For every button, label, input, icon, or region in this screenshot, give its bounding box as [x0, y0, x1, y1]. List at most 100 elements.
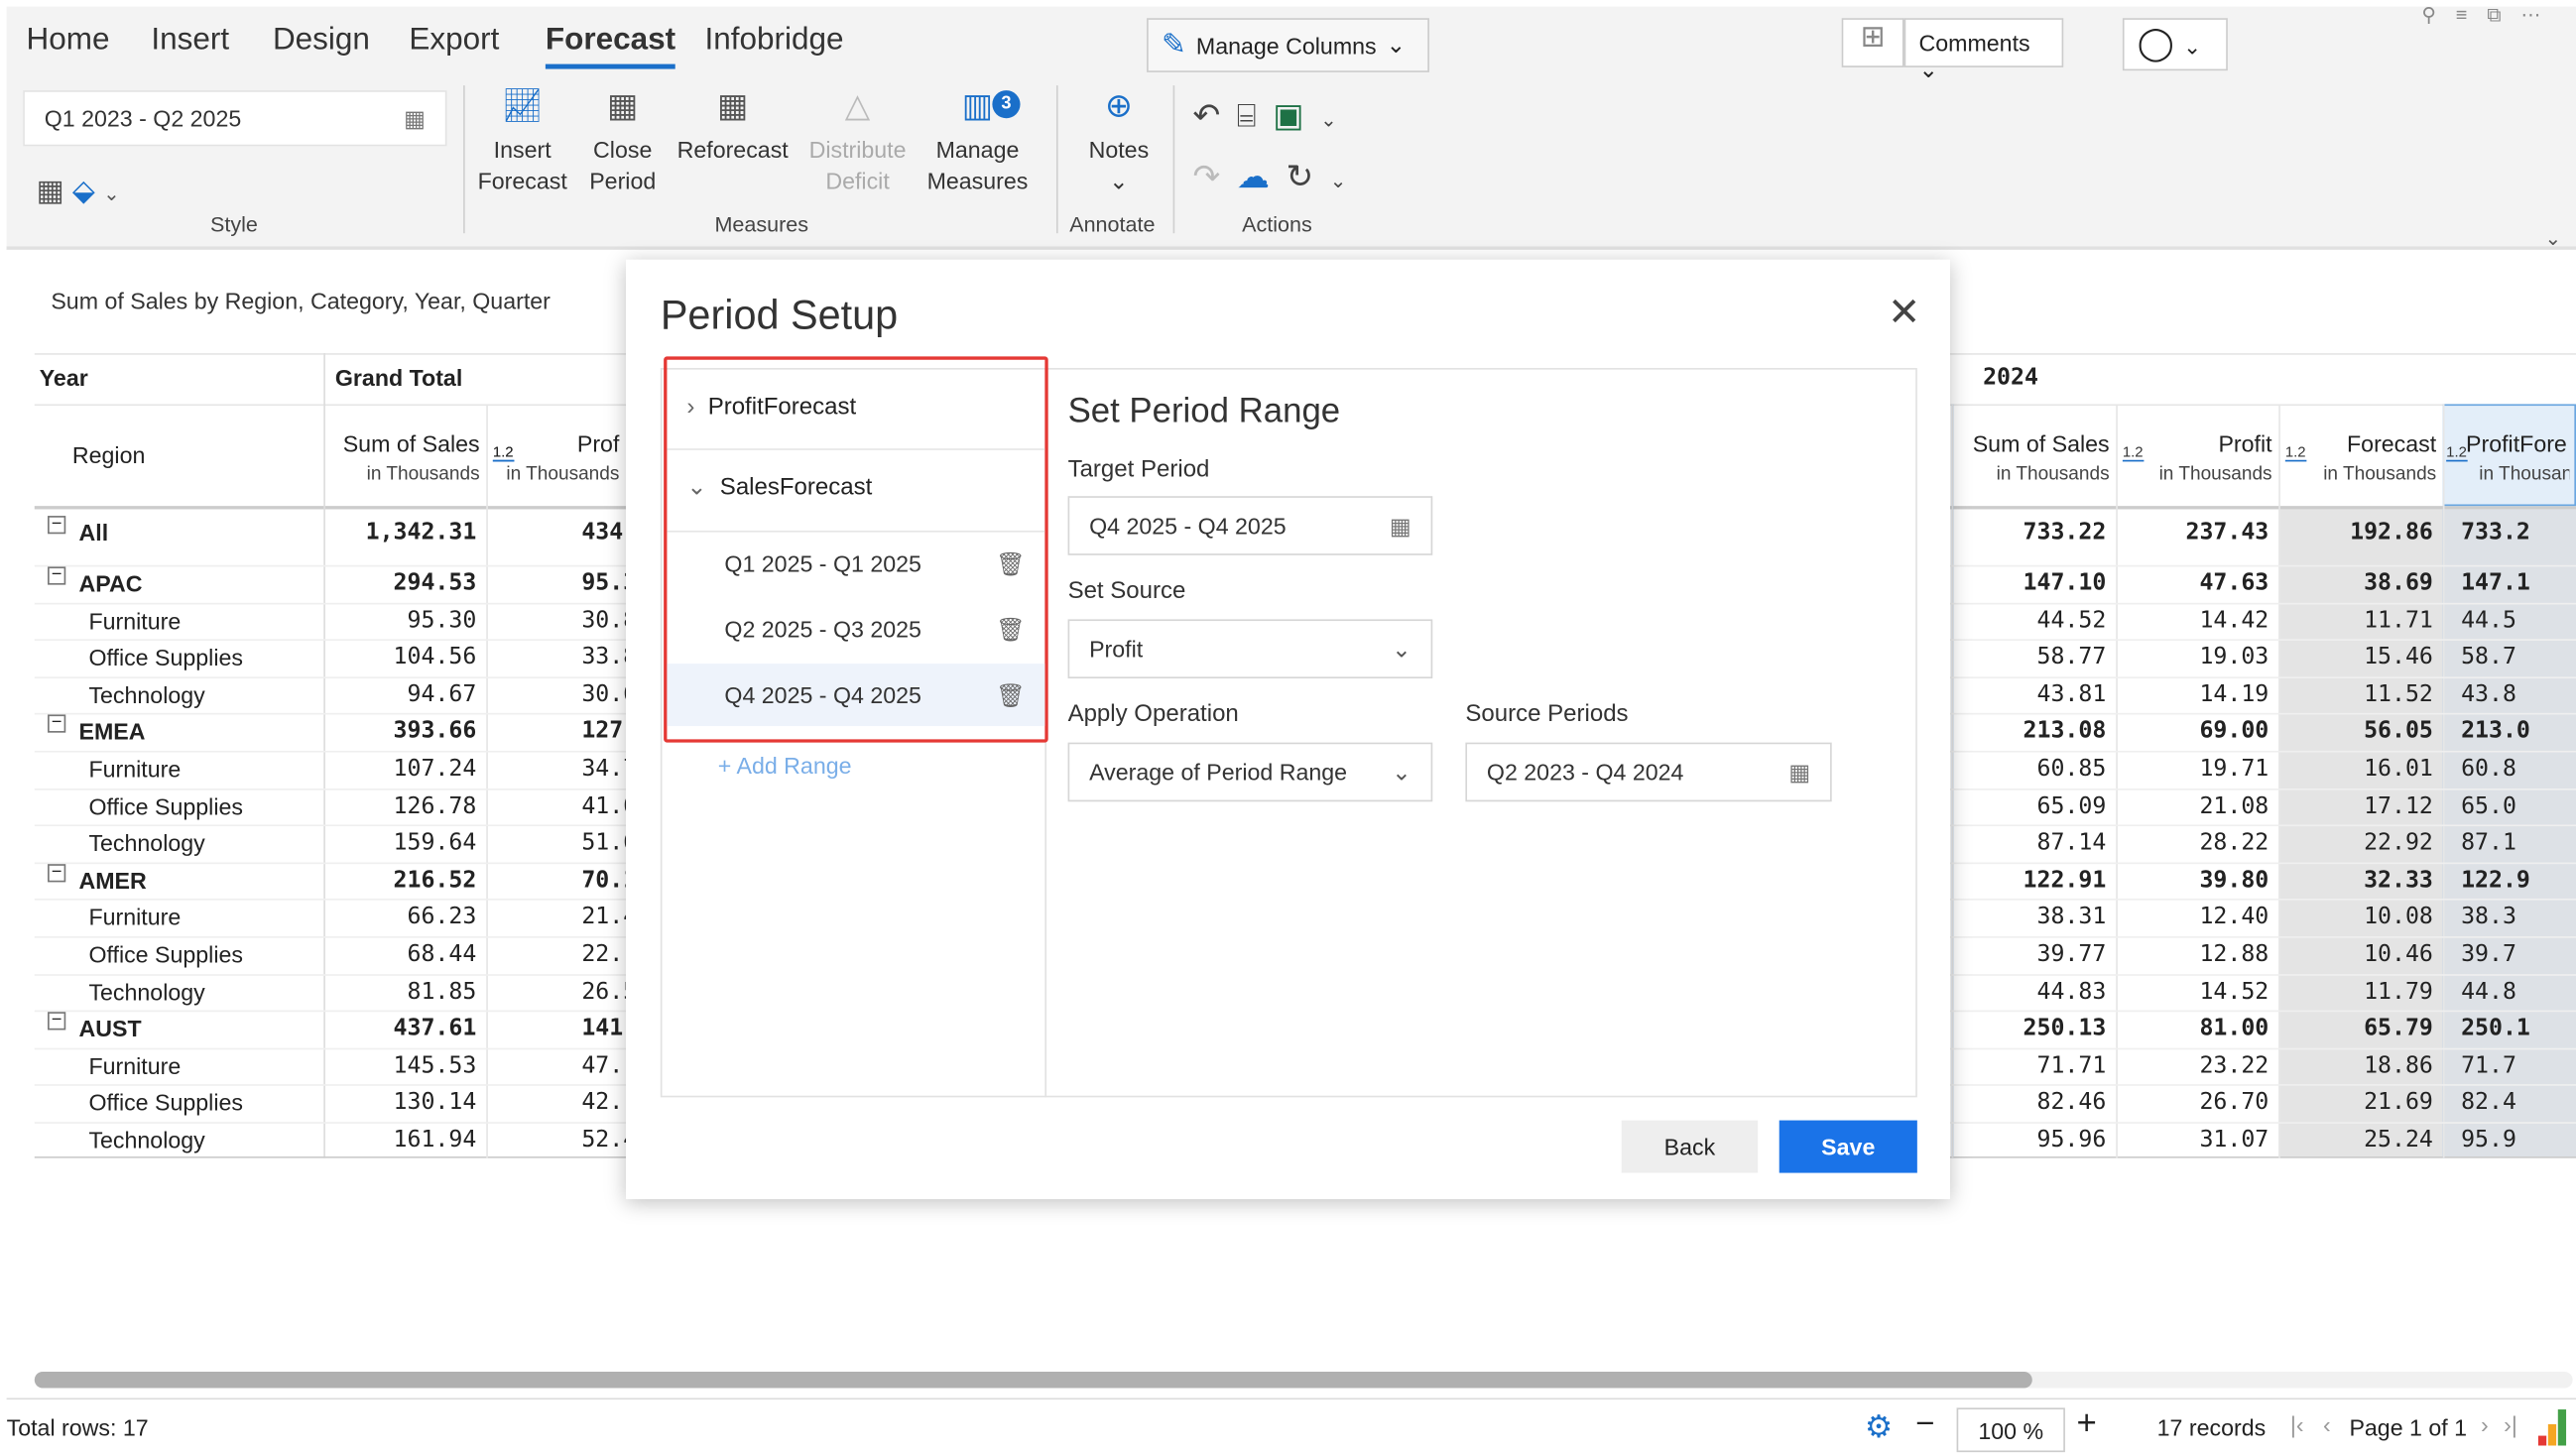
calendar-icon[interactable]: ▦	[1788, 758, 1810, 786]
close-period-button[interactable]: ▦ Close Period	[583, 90, 663, 197]
delete-icon[interactable]: 🗑︎	[996, 615, 1025, 643]
number-format-icon[interactable]: 1.2	[2446, 443, 2467, 462]
tab-infobridge[interactable]: Infobridge	[705, 23, 844, 59]
collapse-icon[interactable]: −	[48, 516, 66, 535]
table-cell: 159.64	[393, 829, 477, 857]
comments-button[interactable]: Comments ⌄	[1903, 18, 2064, 82]
filter-icon[interactable]: ≡	[2456, 3, 2487, 26]
zoom-input[interactable]: 100 %	[1956, 1407, 2065, 1453]
calendar-icon: ▦	[404, 104, 426, 131]
measure-item-profitforecast[interactable]: › ProfitForecast	[667, 371, 1045, 450]
table-cell: 26.5	[581, 978, 626, 1005]
collapse-icon[interactable]: −	[48, 715, 66, 734]
table-cell: 21.08	[2199, 792, 2269, 819]
collapse-icon[interactable]: −	[48, 863, 66, 883]
chevron-down-icon: ⌄	[1392, 758, 1411, 785]
tab-export[interactable]: Export	[409, 23, 499, 59]
pin-icon[interactable]: ⚲	[2421, 3, 2455, 26]
records-count: 17 records	[2156, 1414, 2267, 1441]
distribute-deficit-button[interactable]: △ Distribute Deficit	[801, 90, 914, 197]
zoom-in-button[interactable]: +	[2077, 1404, 2097, 1444]
table-cell: 47.63	[2199, 569, 2269, 597]
table-cell: 14.42	[2199, 607, 2269, 634]
save-button[interactable]: Save	[1779, 1120, 1917, 1173]
grand-total-label: Grand Total	[334, 364, 463, 392]
notes-button[interactable]: ⊕ Notes ⌄	[1078, 90, 1161, 197]
ruler-icon[interactable]: ⌸	[1237, 98, 1273, 134]
collapse-icon[interactable]: −	[48, 566, 66, 585]
table-cell: 11.52	[2364, 681, 2433, 708]
chevron-down-icon[interactable]: ⌄	[103, 182, 120, 205]
group-label-actions: Actions	[1242, 211, 1312, 237]
collapse-icon[interactable]: −	[48, 1012, 66, 1031]
table-cell: 16.01	[2364, 755, 2433, 783]
tab-insert[interactable]: Insert	[151, 23, 229, 59]
collapse-ribbon-icon[interactable]: ⌄	[2545, 227, 2562, 250]
apply-operation-select[interactable]: Average of Period Range ⌄	[1067, 742, 1433, 802]
insert-forecast-button[interactable]: 📈︎ Insert Forecast	[475, 90, 570, 197]
cloud-upload-icon[interactable]: ☁	[1237, 160, 1287, 195]
table-cell: 65.09	[2036, 792, 2107, 819]
group-label-style: Style	[210, 211, 258, 237]
prev-page-button[interactable]: ‹	[2323, 1411, 2331, 1438]
table-cell: 23.22	[2199, 1052, 2269, 1079]
set-source-select[interactable]: Profit ⌄	[1067, 619, 1433, 679]
tab-forecast[interactable]: Forecast	[545, 23, 676, 69]
source-periods-input[interactable]: Q2 2023 - Q4 2024 ▦	[1465, 742, 1832, 802]
table-cell: 434.6	[581, 519, 626, 546]
chevron-down-icon[interactable]: ⌄	[1320, 108, 1353, 131]
close-icon[interactable]: ✕	[1888, 290, 1920, 337]
table-cell: 107.24	[393, 755, 477, 783]
table-cell: 34.7	[581, 755, 626, 783]
last-page-button[interactable]: ›|	[2504, 1411, 2517, 1438]
horizontal-scrollbar[interactable]	[34, 1371, 2573, 1389]
delete-icon[interactable]: 🗑︎	[996, 549, 1025, 577]
column-header[interactable]: Sum of Sales in Thousands	[1952, 430, 2110, 490]
table-cell: 81.85	[407, 978, 477, 1005]
group-label-annotate: Annotate	[1069, 211, 1156, 237]
more-icon[interactable]: ⋯	[2520, 3, 2560, 26]
back-button[interactable]: Back	[1621, 1120, 1759, 1173]
row-label: Technology	[88, 978, 205, 1005]
scrollbar-thumb[interactable]	[34, 1371, 2032, 1389]
table-cell: 82.46	[2036, 1089, 2107, 1117]
user-menu-button[interactable]: ◯ ⌄	[2122, 18, 2228, 71]
number-format-icon[interactable]: 1.2	[492, 443, 514, 462]
settings-icon[interactable]: ⚙	[1865, 1409, 1893, 1447]
next-page-button[interactable]: ›	[2481, 1411, 2489, 1438]
tab-home[interactable]: Home	[27, 23, 110, 59]
reforecast-button[interactable]: ▦ Reforecast	[674, 90, 792, 167]
target-period-input[interactable]: Q4 2025 - Q4 2025 ▦	[1067, 496, 1433, 555]
performance-bars-icon	[2537, 1409, 2571, 1446]
undo-icon[interactable]: ↶	[1192, 98, 1236, 134]
period-range-item[interactable]: Q1 2025 - Q1 2025 🗑︎	[667, 533, 1044, 595]
row-label: Office Supplies	[88, 792, 243, 819]
paint-brush-icon[interactable]: ⬙	[72, 175, 95, 207]
redo-icon[interactable]: ↷	[1192, 160, 1236, 195]
chevron-down-icon[interactable]: ⌄	[1330, 170, 1363, 192]
row-label: Technology	[88, 681, 205, 708]
column-header[interactable]: Sum of Sales in Thousands	[323, 430, 480, 490]
date-range-picker[interactable]: Q1 2023 - Q2 2025 ▦	[23, 90, 447, 147]
manage-columns-button[interactable]: ✎ Manage Columns ⌄	[1147, 18, 1429, 72]
column-header[interactable]: Forecast in Thousands	[2278, 430, 2436, 490]
tab-design[interactable]: Design	[273, 23, 370, 59]
region-label[interactable]: Region	[72, 442, 145, 469]
expand-icon[interactable]: ⧉	[2487, 3, 2520, 26]
calendar-icon[interactable]: ▦	[1390, 512, 1411, 540]
excel-export-icon[interactable]: ▣	[1273, 98, 1320, 134]
column-header[interactable]: Profit in Thousands	[2116, 430, 2272, 490]
delete-icon[interactable]: 🗑︎	[996, 681, 1025, 709]
refresh-icon[interactable]: ↻	[1286, 160, 1329, 195]
measure-item-salesforecast[interactable]: ⌄ SalesForecast	[667, 450, 1045, 533]
add-range-link[interactable]: + Add Range	[718, 753, 852, 780]
table-cell: 39.80	[2199, 867, 2269, 894]
first-page-button[interactable]: |‹	[2290, 1411, 2304, 1438]
period-range-item[interactable]: Q2 2025 - Q3 2025 🗑︎	[667, 598, 1044, 661]
table-cell: 141.7	[581, 1015, 626, 1042]
zoom-out-button[interactable]: −	[1915, 1406, 1934, 1444]
add-comment-icon[interactable]: ⊞	[1841, 18, 1904, 67]
lock-calendar-icon[interactable]: ▦	[36, 175, 63, 207]
table-cell: 44.83	[2036, 978, 2107, 1005]
period-range-item[interactable]: Q4 2025 - Q4 2025 🗑︎	[667, 664, 1045, 727]
